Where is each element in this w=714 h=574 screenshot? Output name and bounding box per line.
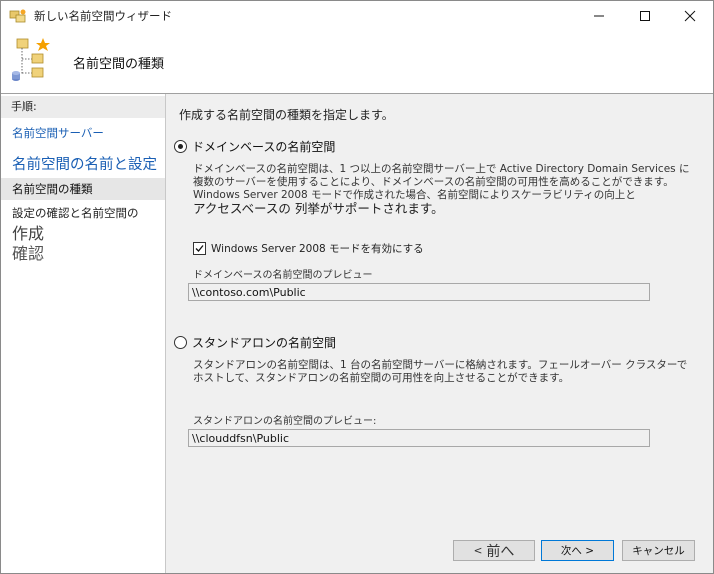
step-namespace-type: 名前空間の種類 xyxy=(1,178,165,200)
standalone-preview-label: スタンドアロンの名前空間のプレビュー: xyxy=(193,416,377,427)
step-confirmation: 確認 xyxy=(12,244,45,263)
domain-preview-field[interactable]: \\contoso.com\Public xyxy=(188,283,650,301)
back-button[interactable]: < 前へ xyxy=(453,540,535,561)
close-icon xyxy=(684,10,696,22)
page-title: 名前空間の種類 xyxy=(73,57,165,72)
step-review-create-line1: 設定の確認と名前空間の xyxy=(12,206,139,220)
back-arrow-text: < xyxy=(473,544,483,557)
domain-desc-line1: ドメインベースの名前空間は、1 つ以上の名前空間サーバー上で Active Di… xyxy=(193,163,690,175)
title-bar[interactable]: 新しい名前空間ウィザード xyxy=(1,1,713,31)
minimize-icon xyxy=(594,15,604,17)
standalone-label[interactable]: スタンドアロンの名前空間 xyxy=(192,334,336,351)
steps-pane: 手順: 名前空間サーバー 名前空間の名前と設定 名前空間の種類 設定の確認と名前… xyxy=(1,94,166,573)
domain-based-radio[interactable] xyxy=(174,140,187,153)
standalone-desc-line2: ホストして、スタンドアロンの名前空間の可用性を向上させることができます。 xyxy=(193,372,570,384)
close-button[interactable] xyxy=(667,1,713,31)
namespace-app-icon xyxy=(9,8,27,24)
standalone-radio[interactable] xyxy=(174,336,187,349)
maximize-icon xyxy=(640,11,650,21)
domain-desc-line4: アクセスベースの 列挙がサポートされます。 xyxy=(193,201,444,216)
next-button[interactable]: 次へ > xyxy=(541,540,614,561)
domain-based-label[interactable]: ドメインベースの名前空間 xyxy=(192,138,335,155)
domain-desc-line2: 複数のサーバーを使用することにより、ドメインベースの名前空間の可用性を高めること… xyxy=(193,176,674,188)
step-namespace-name-settings[interactable]: 名前空間の名前と設定 xyxy=(1,153,165,174)
window-title: 新しい名前空間ウィザード xyxy=(34,9,172,23)
standalone-desc-line1: スタンドアロンの名前空間は、1 台の名前空間サーバーに格納されます。フェールオー… xyxy=(193,359,688,371)
domain-preview-label: ドメインベースの名前空間のプレビュー xyxy=(193,270,373,281)
ws2008-mode-checkbox[interactable] xyxy=(193,242,206,255)
wizard-window: 新しい名前空間ウィザード 名前空間の種類 手順: 名前空間サーバー 名前空間の名… xyxy=(0,0,714,574)
cancel-button[interactable]: キャンセル xyxy=(622,540,695,561)
minimize-button[interactable] xyxy=(576,1,622,31)
steps-heading: 手順: xyxy=(1,96,165,118)
ws2008-mode-label[interactable]: Windows Server 2008 モードを有効にする xyxy=(211,241,424,256)
wizard-header: 名前空間の種類 xyxy=(1,31,713,93)
back-label: 前へ xyxy=(486,543,515,560)
maximize-button[interactable] xyxy=(622,1,668,31)
step-namespace-server[interactable]: 名前空間サーバー xyxy=(1,125,165,141)
standalone-preview-field[interactable]: \\clouddfsn\Public xyxy=(188,429,650,447)
checkmark-icon xyxy=(195,245,204,252)
namespace-wizard-icon xyxy=(10,35,54,83)
content-pane: 作成する名前空間の種類を指定します。 ドメインベースの名前空間 ドメインベースの… xyxy=(166,94,713,573)
instruction-text: 作成する名前空間の種類を指定します。 xyxy=(179,108,394,122)
